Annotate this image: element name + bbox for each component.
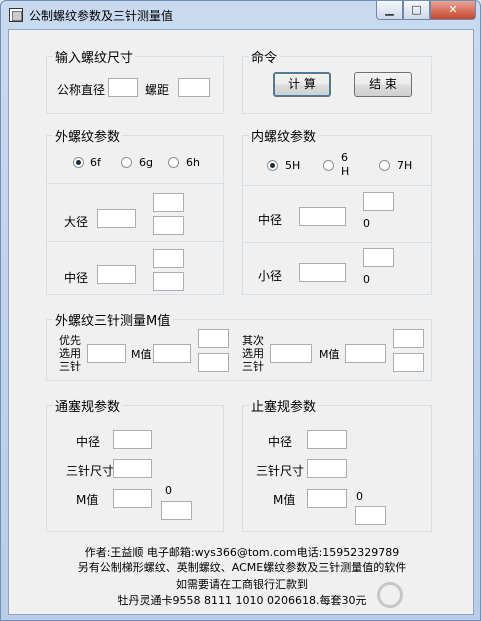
footer-line4: 牡丹灵通卡9558 8111 1010 0206618.每套30元 [117,594,367,607]
internal-pitch-diameter-max-output[interactable] [363,192,394,211]
pitch-input[interactable] [178,78,210,97]
nominal-diameter-label: 公称直径 [57,83,106,97]
secondary-m-max-output[interactable] [393,329,424,348]
radio-6g[interactable] [121,157,132,168]
internal-thread-group-title: 内螺纹参数 [249,126,319,145]
app-icon[interactable] [9,8,23,22]
radio-6f[interactable] [73,157,84,168]
footer-line1: 作者:王益顺 电子邮箱:wys366@tom.com电话:15952329789 [84,546,400,559]
minimize-button[interactable]: ▁ [376,1,403,20]
go-gauge-group-title: 通塞规参数 [53,396,123,415]
minor-diameter-min-value: 0 [363,273,370,286]
major-diameter-max-output[interactable] [153,193,184,212]
nogo-m-value: 0 [356,490,363,503]
secondary-line3: 三针 [242,360,264,373]
three-wire-group-title: 外螺纹三针测量M值 [53,310,173,329]
nogo-pitch-diameter-output[interactable] [307,430,347,449]
nogo-gauge-group: 止塞规参数 中径 三针尺寸 M值 0 [242,396,432,532]
divider [243,242,431,243]
client-area: 输入螺纹尺寸 公称直径 螺距 命令 计 算 结 束 外螺纹参数 6f 6g 6h… [8,29,474,615]
external-pitch-diameter-min-output[interactable] [153,272,184,291]
footer-line2: 另有公制梯形螺纹、英制螺纹、ACME螺纹参数及三针测量值的软件 [77,561,407,574]
secondary-m-label: M值 [319,348,340,361]
nominal-diameter-input[interactable] [108,78,138,97]
internal-thread-group: 内螺纹参数 5H 6 H 7H 中径 0 小径 0 [242,126,432,295]
nogo-gauge-group-title: 止塞规参数 [249,396,319,415]
preferred-m-min-output[interactable] [198,353,229,372]
footer-line3: 如需要请在工商银行汇款到 [176,578,308,591]
go-wire-size-output[interactable] [113,459,152,478]
exit-button[interactable]: 结 束 [354,72,412,97]
go-m-value: 0 [165,484,172,497]
radio-6h-label: 6h [186,156,200,169]
watermark-logo [377,582,403,608]
go-pitch-diameter-output[interactable] [113,430,152,449]
radio-5h-label: 5H [285,159,301,172]
nogo-wire-size-output[interactable] [307,459,347,478]
radio-6h-internal-label-top: 6 [341,151,348,164]
command-group: 命令 计 算 结 束 [242,47,432,114]
nogo-m-min-output[interactable] [355,506,386,525]
internal-pitch-diameter-label: 中径 [258,213,283,227]
external-pitch-diameter-max-output[interactable] [153,249,184,268]
divider [47,241,223,242]
input-size-group: 输入螺纹尺寸 公称直径 螺距 [46,47,224,114]
radio-6g-label: 6g [139,156,153,169]
go-gauge-group: 通塞规参数 中径 三针尺寸 M值 0 [46,396,224,532]
major-diameter-output[interactable] [97,209,136,228]
minor-diameter-label: 小径 [258,269,283,283]
minor-diameter-output[interactable] [299,263,346,282]
secondary-m-min-output[interactable] [393,353,424,372]
radio-7h[interactable] [379,160,390,171]
radio-5h[interactable] [267,160,278,171]
go-m-label: M值 [76,493,99,507]
calculate-button[interactable]: 计 算 [273,72,331,97]
major-diameter-label: 大径 [64,215,89,229]
nogo-m-output[interactable] [307,489,347,508]
major-diameter-min-output[interactable] [153,216,184,235]
internal-pitch-diameter-min-value: 0 [363,217,370,230]
window-title: 公制螺纹参数及三针测量值 [29,9,174,23]
minor-diameter-max-output[interactable] [363,248,394,267]
radio-6f-label: 6f [90,156,101,169]
external-pitch-diameter-output[interactable] [97,265,136,284]
go-m-min-output[interactable] [161,501,192,520]
radio-6h-internal-label-bottom: H [341,165,350,178]
radio-7h-label: 7H [397,159,413,172]
go-pitch-diameter-label: 中径 [76,435,101,449]
preferred-m-label: M值 [131,348,152,361]
radio-6h-internal[interactable] [323,160,334,171]
secondary-m-output[interactable] [345,344,386,363]
external-thread-group: 外螺纹参数 6f 6g 6h 大径 中径 [46,126,224,295]
window-controls: ▁ □ ✕ [376,1,476,20]
preferred-m-output[interactable] [153,344,191,363]
radio-6h[interactable] [168,157,179,168]
input-size-group-title: 输入螺纹尺寸 [53,47,136,66]
three-wire-group: 外螺纹三针测量M值 优先 选用 三针 M值 其次 选用 三针 M值 [46,310,432,381]
title-bar[interactable]: 公制螺纹参数及三针测量值 ▁ □ ✕ [1,1,480,29]
preferred-line3: 三针 [59,360,81,373]
preferred-wire-output[interactable] [87,344,126,363]
divider [243,185,431,186]
internal-pitch-diameter-output[interactable] [299,207,346,226]
nogo-wire-size-label: 三针尺寸 [256,464,305,478]
nogo-pitch-diameter-label: 中径 [268,435,293,449]
main-window: 公制螺纹参数及三针测量值 ▁ □ ✕ 输入螺纹尺寸 公称直径 螺距 命令 计 算… [0,0,481,621]
go-wire-size-label: 三针尺寸 [66,464,115,478]
pitch-label: 螺距 [145,83,170,97]
maximize-button[interactable]: □ [403,1,430,20]
command-group-title: 命令 [249,47,280,66]
close-button[interactable]: ✕ [430,1,476,20]
divider [47,183,223,184]
preferred-m-max-output[interactable] [198,329,229,348]
nogo-m-label: M值 [273,493,296,507]
secondary-wire-output[interactable] [270,344,312,363]
external-thread-group-title: 外螺纹参数 [53,126,123,145]
external-pitch-diameter-label: 中径 [64,271,89,285]
go-m-output[interactable] [113,489,152,508]
